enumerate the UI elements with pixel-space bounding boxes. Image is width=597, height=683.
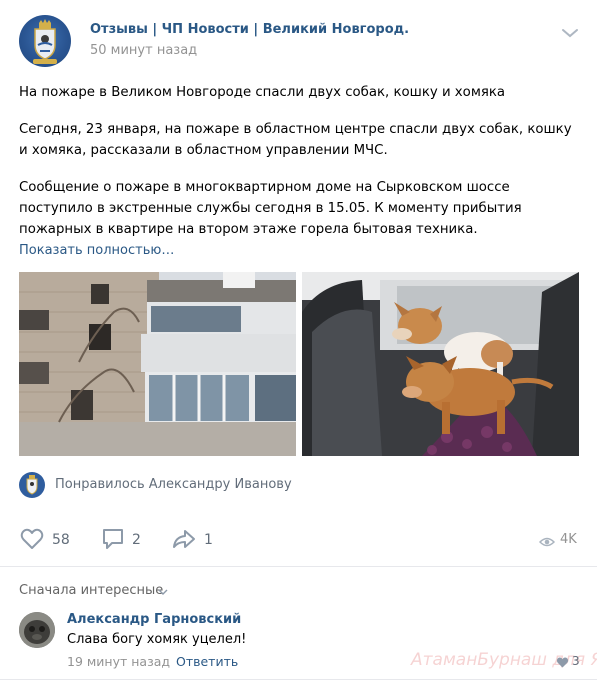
heart-icon — [20, 528, 44, 549]
comment-avatar[interactable] — [19, 612, 55, 648]
share-count: 1 — [204, 532, 213, 548]
share-icon — [173, 530, 195, 548]
post-text: На пожаре в Великом Новгороде спасли дву… — [19, 82, 584, 240]
chevron-down-icon[interactable] — [561, 27, 579, 39]
comment-button[interactable]: 2 — [100, 526, 150, 554]
post-paragraph: На пожаре в Великом Новгороде спасли дву… — [19, 85, 506, 100]
eye-icon — [539, 537, 555, 547]
liked-by-text: Понравилось Александру Иванову — [55, 477, 292, 492]
comment-author-link[interactable]: Александр Гарновский — [67, 612, 241, 627]
comments-sort-toggle[interactable]: Сначала интересные — [19, 583, 163, 598]
show-more-link[interactable]: Показать полностью… — [19, 243, 174, 258]
divider — [0, 566, 597, 567]
reply-button[interactable]: Ответить — [176, 654, 238, 669]
post-paragraph: Сегодня, 23 января, на пожаре в областно… — [19, 122, 572, 158]
comment-icon — [103, 529, 123, 549]
post-timestamp[interactable]: 50 минут назад — [90, 43, 197, 58]
divider — [0, 679, 597, 680]
post-header: Отзывы | ЧП Новости | Великий Новгород. … — [0, 0, 597, 70]
dogs-in-car-photo — [302, 272, 579, 456]
post-photo-building[interactable] — [19, 272, 296, 456]
post-paragraph: Сообщение о пожаре в многоквартирном дом… — [19, 180, 522, 237]
comment-like-button[interactable]: 3 — [556, 654, 586, 670]
views-counter: 4K — [539, 532, 589, 552]
group-avatar[interactable] — [19, 15, 71, 67]
liked-by[interactable]: Понравилось Александру Иванову — [19, 472, 419, 498]
like-button[interactable]: 58 — [19, 526, 79, 554]
comment-timestamp[interactable]: 19 минут назад — [67, 654, 170, 669]
burned-building-photo — [19, 272, 296, 456]
group-name-link[interactable]: Отзывы | ЧП Новости | Великий Новгород. — [90, 22, 409, 37]
post-photo-dogs[interactable] — [302, 272, 579, 456]
comment-count: 2 — [132, 532, 141, 548]
share-button[interactable]: 1 — [171, 526, 221, 554]
heart-icon — [556, 657, 569, 668]
comment-text: Слава богу хомяк уцелел! — [67, 632, 247, 647]
avatar — [19, 612, 55, 648]
coat-of-arms-icon — [26, 475, 38, 495]
like-count: 58 — [52, 532, 70, 548]
post-actions: 58 2 1 4K — [0, 520, 597, 560]
chevron-down-icon[interactable] — [158, 589, 168, 595]
views-count: 4K — [560, 532, 577, 547]
liked-avatar — [19, 472, 45, 498]
comment-like-count: 3 — [572, 654, 580, 668]
coat-of-arms-icon — [33, 19, 57, 64]
